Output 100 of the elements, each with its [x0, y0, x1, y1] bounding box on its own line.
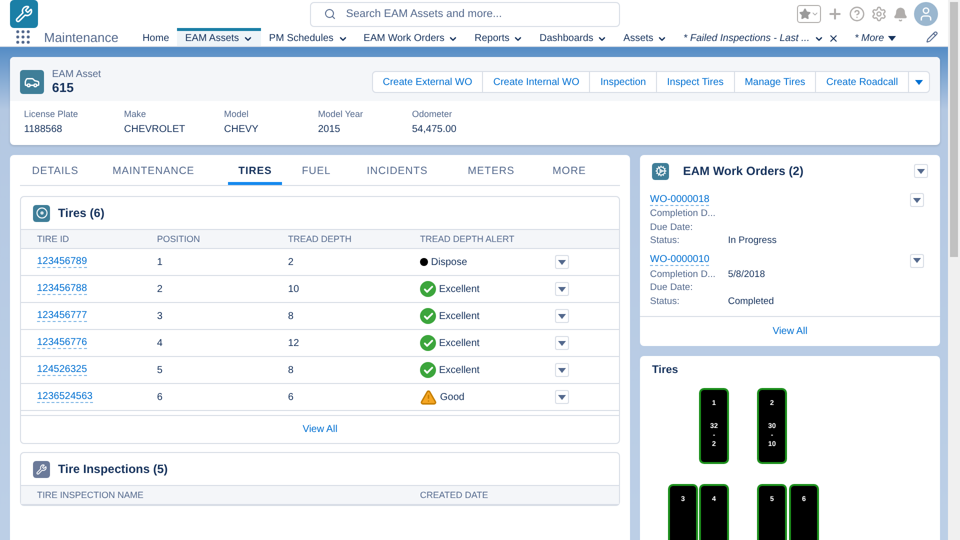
nav-tab[interactable]: Dashboards [531, 28, 616, 46]
card-title: EAM Work Orders (2) [683, 164, 804, 178]
action-button[interactable]: Manage Tires [734, 71, 816, 93]
tire-id-link[interactable]: 124526325 [37, 364, 88, 376]
column-header: TIRE INSPECTION NAME [21, 485, 404, 505]
row-menu-button[interactable] [555, 336, 569, 350]
alert-text: Excellent [439, 284, 480, 294]
field-value: CHEVY [224, 124, 260, 135]
table-cell: 1 [157, 256, 163, 268]
record-tab[interactable]: TIRES [228, 155, 282, 185]
nav-tab[interactable]: PM Schedules [261, 28, 356, 46]
row-menu-button[interactable] [555, 255, 569, 269]
favorites-button[interactable] [797, 5, 821, 23]
caret-icon [558, 314, 566, 318]
action-button[interactable]: Inspect Tires [656, 71, 735, 93]
field-label: Model Year [318, 109, 364, 119]
column-header: TIRE ID [21, 229, 141, 249]
action-button[interactable]: Create Roadcall [815, 71, 909, 93]
star-icon [799, 8, 811, 20]
app-launcher-icon[interactable] [14, 28, 32, 46]
row-menu-button[interactable] [555, 390, 569, 404]
tire-id-link[interactable]: 123456777 [37, 310, 88, 322]
table-cell: 2 [288, 256, 294, 268]
table-cell: 2 [157, 284, 163, 294]
card-title: Tires (6) [58, 206, 104, 220]
caret-icon [913, 258, 921, 263]
status-dot [420, 258, 428, 266]
card-menu-button[interactable] [914, 164, 928, 178]
check-icon [420, 281, 436, 297]
column-header: TREAD DEPTH ALERT [404, 229, 534, 249]
record-tab[interactable]: MORE [542, 155, 596, 185]
nav-tab[interactable]: * Failed Inspections - Last ... [675, 28, 847, 46]
caret-icon [915, 80, 923, 84]
field-label: Due Date: [650, 222, 694, 234]
nav-tab[interactable]: Reports [466, 28, 532, 46]
field-label: Make [124, 109, 148, 119]
scrollbar[interactable] [948, 0, 960, 540]
table-cell: 3 [157, 310, 163, 322]
column-header: TREAD DEPTH [272, 229, 404, 249]
field-value: 5/8/2018 [728, 268, 766, 281]
gear-icon [652, 162, 669, 180]
field-label: Status: [650, 296, 681, 308]
caret-icon [917, 168, 925, 174]
caret-icon [558, 340, 566, 346]
caret-icon [558, 260, 566, 264]
tire-id-link[interactable]: 1236524563 [37, 391, 93, 403]
column-header: CREATED DATE [404, 485, 619, 505]
work-order-link[interactable]: WO-0000018 [650, 194, 710, 206]
field-value: CHEVROLET [124, 124, 186, 135]
warning-icon [420, 388, 437, 406]
tire-id-link[interactable]: 123456776 [37, 337, 88, 349]
pencil-icon[interactable] [926, 31, 938, 43]
nav-tab[interactable]: EAM Assets [177, 28, 262, 46]
alert-text: Excellent [439, 364, 480, 376]
nav-tab[interactable]: Assets [615, 28, 676, 46]
action-button[interactable]: Create External WO [372, 71, 484, 93]
field-value: In Progress [728, 235, 778, 248]
action-button[interactable]: Inspection [589, 71, 657, 93]
record-tab[interactable]: MAINTENANCE [102, 155, 204, 185]
record-tab[interactable]: DETAILS [22, 155, 88, 185]
table-cell: 10 [288, 284, 300, 294]
wrench-icon [33, 460, 50, 478]
view-all-link[interactable]: View All [772, 326, 808, 337]
action-button[interactable]: Create Internal WO [482, 71, 590, 93]
tire-icon [33, 204, 50, 222]
row-menu-button[interactable] [555, 309, 569, 323]
tire-id-link[interactable]: 123456789 [37, 256, 88, 268]
nav-tab[interactable]: EAM Work Orders [356, 28, 466, 46]
row-menu-button[interactable] [555, 363, 569, 377]
app-name: Maintenance [44, 30, 118, 44]
record-type: EAM Asset [52, 69, 101, 80]
alert-text: Excellent [439, 338, 480, 348]
field-label: License Plate [24, 109, 80, 119]
field-label: Completion D... [650, 268, 716, 281]
work-order-link[interactable]: WO-0000010 [650, 254, 710, 266]
table-cell: 6 [157, 392, 163, 402]
card-title: Tires [651, 363, 680, 378]
app-logo-icon[interactable] [10, 0, 38, 28]
row-menu-button[interactable] [910, 193, 924, 207]
search-icon [324, 8, 336, 20]
row-menu-button[interactable] [910, 254, 924, 268]
alert-text: Excellent [439, 310, 480, 322]
view-all-link[interactable]: View All [302, 424, 338, 435]
more-actions-button[interactable] [908, 71, 930, 93]
check-icon [420, 308, 436, 324]
record-tab[interactable]: FUEL [292, 155, 341, 185]
field-value: 54,475.00 [412, 124, 458, 135]
row-menu-button[interactable] [555, 282, 569, 296]
record-tab[interactable]: METERS [458, 155, 525, 185]
search-field[interactable]: Search EAM Assets and more... [310, 2, 620, 26]
record-tab[interactable]: INCIDENTS [356, 155, 438, 185]
alert-text: Good [440, 392, 464, 402]
nav-tab[interactable]: * More [846, 28, 904, 46]
check-icon [420, 362, 436, 378]
close-icon[interactable] [828, 33, 839, 44]
field-label: Completion D... [650, 208, 716, 220]
tire-id-link[interactable]: 123456788 [37, 283, 88, 295]
caret-icon [888, 36, 896, 41]
table-cell: 5 [157, 364, 163, 376]
nav-tab[interactable]: Home [134, 28, 178, 46]
